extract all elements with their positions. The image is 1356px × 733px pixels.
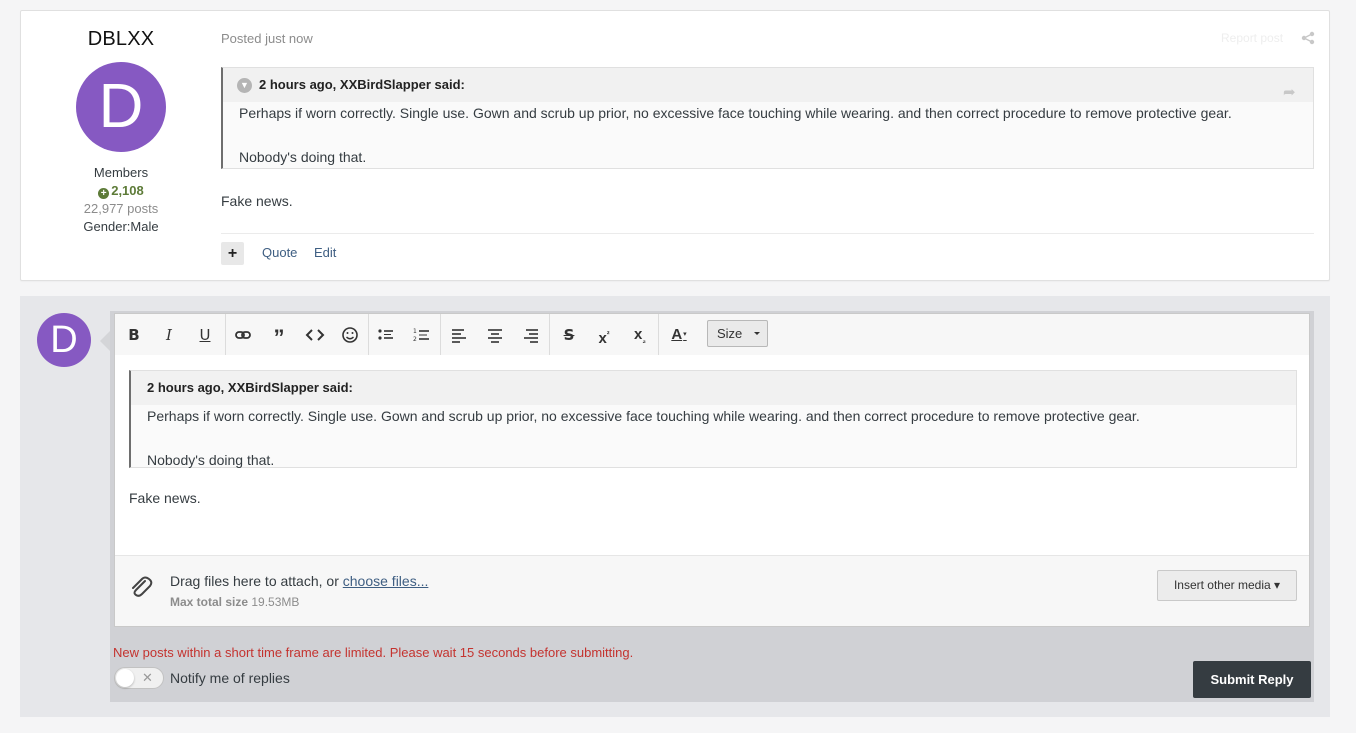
rate-limit-message: New posts within a short time frame are … (113, 645, 634, 660)
attach-text: Drag files here to attach, or (170, 573, 343, 589)
reputation-badge: +2,108 (21, 183, 221, 199)
divider (221, 233, 1314, 234)
subscript-icon[interactable]: x₂ (627, 322, 653, 348)
speech-pointer (100, 331, 110, 351)
underline-button[interactable]: U (192, 322, 218, 348)
toggle-knob (116, 669, 134, 687)
quote-body: Perhaps if worn correctly. Single use. G… (131, 405, 1296, 471)
editor-quote[interactable]: 2 hours ago, XXBirdSlapper said: Perhaps… (129, 370, 1297, 468)
quote-header: ▼ 2 hours ago, XXBirdSlapper said: ➦ (223, 68, 1313, 102)
notify-toggle[interactable]: ✕ (114, 667, 164, 689)
close-icon: ✕ (142, 670, 153, 685)
quote-link-icon[interactable]: ➦ (1283, 76, 1299, 101)
max-size-info: Max total size 19.53MB (170, 595, 299, 609)
toolbar-group-script: S x² x₂ (550, 314, 659, 355)
multiquote-button[interactable]: + (221, 242, 244, 265)
reputation-count: 2,108 (111, 183, 144, 198)
font-size-dropdown[interactable]: Size (707, 320, 768, 347)
rich-text-editor[interactable]: B I U ” 12 S x² x₂ A▾ Size 2 hours ago, … (114, 313, 1310, 627)
post-content: Fake news. (221, 193, 293, 209)
toolbar-group-lists: 12 (369, 314, 441, 355)
attach-instructions: Drag files here to attach, or choose fil… (170, 573, 428, 589)
superscript-icon[interactable]: x² (591, 322, 617, 348)
svg-text:2: 2 (413, 336, 417, 343)
quote-citation: 2 hours ago, XXBirdSlapper said: (259, 77, 465, 92)
emoji-icon[interactable] (337, 322, 363, 348)
chevron-down-icon (754, 332, 760, 335)
insert-media-button[interactable]: Insert other media ▾ (1157, 570, 1297, 601)
max-size-value: 19.53MB (251, 595, 300, 609)
author-group: Members (93, 165, 149, 180)
quote-icon[interactable]: ” (266, 322, 292, 350)
editor-text[interactable]: Fake news. (129, 490, 201, 506)
italic-button[interactable]: I (156, 322, 182, 348)
quote-line: Nobody's doing that. (147, 452, 275, 468)
font-color-icon[interactable]: A▾ (666, 322, 692, 348)
editor-toolbar: B I U ” 12 S x² x₂ A▾ Size (115, 314, 1309, 355)
svg-text:1: 1 (413, 328, 417, 335)
avatar[interactable]: D (76, 62, 166, 152)
forum-post: DBLXX D Members +2,108 22,977 posts Gend… (20, 10, 1330, 281)
link-icon[interactable] (230, 322, 256, 348)
avatar[interactable]: D (37, 313, 91, 367)
align-left-icon[interactable] (446, 322, 472, 348)
author-gender: Gender:Male (83, 219, 159, 234)
quote-header: 2 hours ago, XXBirdSlapper said: (131, 371, 1296, 405)
attachment-bar: Drag files here to attach, or choose fil… (115, 555, 1309, 626)
quote-body: Perhaps if worn correctly. Single use. G… (223, 102, 1313, 168)
strikethrough-icon[interactable]: S (556, 322, 582, 348)
quote-line: Nobody's doing that. (239, 149, 367, 165)
author-post-count: 22,977 posts (83, 201, 159, 216)
toolbar-group-insert: ” (226, 314, 369, 355)
quote-button[interactable]: Quote (262, 245, 297, 260)
author-name[interactable]: DBLXX (21, 28, 221, 51)
chevron-down-icon[interactable]: ▼ (237, 78, 252, 93)
notify-label[interactable]: Notify me of replies (170, 670, 290, 686)
numbered-list-icon[interactable]: 12 (409, 322, 435, 348)
align-right-icon[interactable] (518, 322, 544, 348)
editor-container: B I U ” 12 S x² x₂ A▾ Size 2 hours ago, … (110, 311, 1314, 702)
edit-button[interactable]: Edit (314, 245, 336, 260)
code-icon[interactable] (302, 322, 328, 348)
reputation-plus-icon: + (98, 188, 110, 199)
bullet-list-icon[interactable] (373, 322, 399, 348)
submit-reply-button[interactable]: Submit Reply (1193, 661, 1311, 698)
report-post-link[interactable]: Report post (1221, 31, 1283, 45)
toolbar-group-format: B I U (115, 314, 226, 355)
share-icon[interactable] (1301, 31, 1315, 45)
align-center-icon[interactable] (482, 322, 508, 348)
quote-line: Perhaps if worn correctly. Single use. G… (239, 105, 1232, 121)
reply-area: D B I U ” 12 S x² x₂ A▾ Size 2 hours ago… (20, 296, 1330, 717)
max-size-label: Max total size (170, 595, 249, 609)
choose-files-link[interactable]: choose files... (343, 573, 429, 589)
font-size-label: Size (717, 326, 743, 341)
bold-button[interactable]: B (121, 322, 147, 348)
paperclip-icon (132, 576, 153, 597)
toolbar-group-align (441, 314, 550, 355)
quote-line: Perhaps if worn correctly. Single use. G… (147, 408, 1140, 424)
post-quote: ▼ 2 hours ago, XXBirdSlapper said: ➦ Per… (221, 67, 1314, 169)
post-timestamp[interactable]: Posted just now (221, 31, 313, 46)
